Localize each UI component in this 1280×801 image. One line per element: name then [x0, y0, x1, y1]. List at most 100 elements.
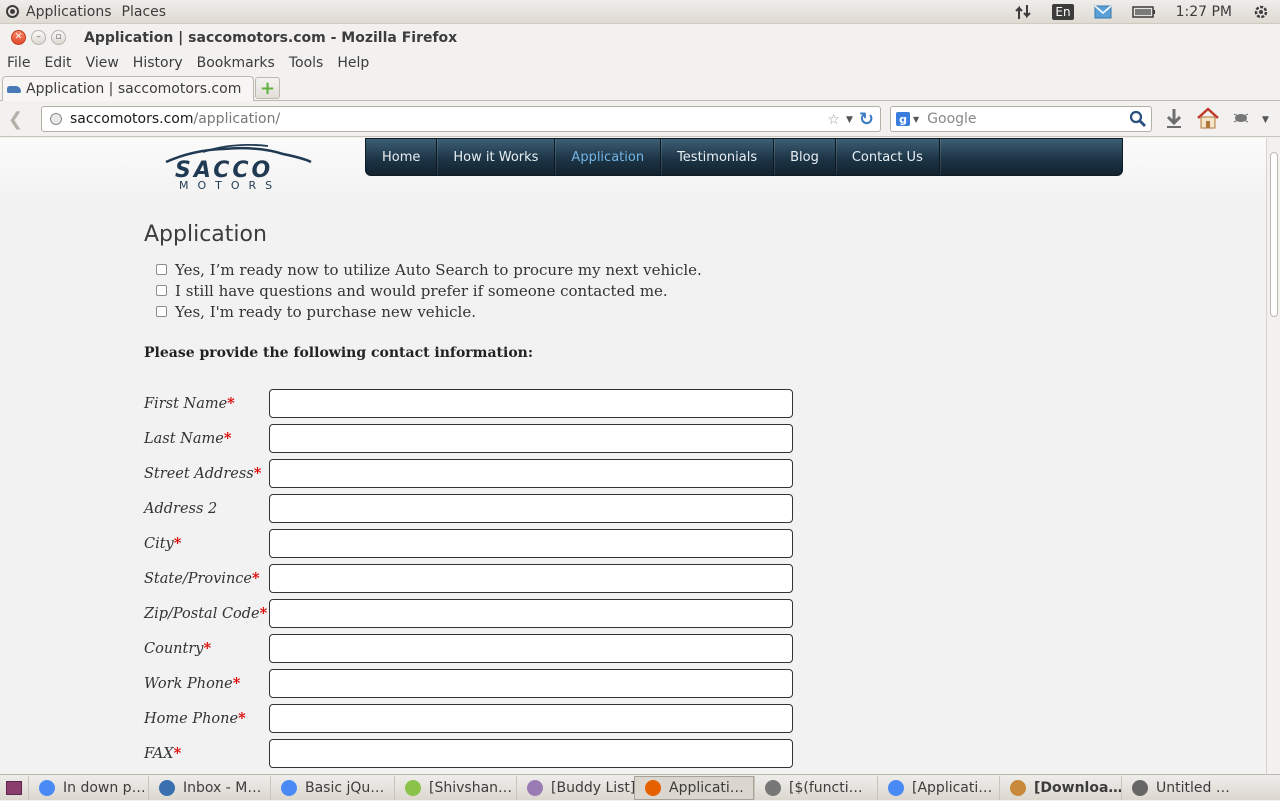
contact-fields: First Name* Last Name* Street Address* Addr…: [144, 386, 844, 771]
show-desktop-icon[interactable]: [0, 775, 28, 801]
taskbar-window-item[interactable]: [Downloa…: [999, 775, 1121, 800]
scrollbar-thumb[interactable]: [1270, 152, 1278, 317]
text-input-first-name[interactable]: [269, 389, 793, 418]
text-input-last-name[interactable]: [269, 424, 793, 453]
site-identity-globe-icon[interactable]: [50, 113, 62, 125]
field-label: Home Phone*: [144, 710, 269, 727]
option-checkbox[interactable]: [156, 306, 167, 317]
required-asterisk: *: [232, 675, 241, 692]
battery-icon[interactable]: [1131, 5, 1156, 19]
text-input-city[interactable]: [269, 529, 793, 558]
menu-view[interactable]: View: [86, 55, 119, 71]
nav-contact-us[interactable]: Contact Us: [836, 139, 940, 175]
url-host: saccomotors.com: [70, 111, 194, 127]
nav-home[interactable]: Home: [366, 139, 438, 175]
taskbar-window-item[interactable]: Untitled …: [1121, 775, 1250, 800]
field-label-text: Home Phone: [144, 711, 239, 727]
taskbar-window-item[interactable]: [Buddy List]: [516, 775, 634, 800]
search-bar[interactable]: g ▼ Google: [890, 106, 1152, 132]
menu-file[interactable]: File: [7, 55, 30, 71]
taskbar-window-item[interactable]: [Shivshan…: [394, 775, 516, 800]
menu-history[interactable]: History: [133, 55, 183, 71]
menu-edit[interactable]: Edit: [44, 55, 71, 71]
text-input-zip-postal-code[interactable]: [269, 599, 793, 628]
url-bar[interactable]: saccomotors.com/application/ ☆ ▼ ↻: [41, 106, 881, 132]
option-row: Yes, I’m ready now to utilize Auto Searc…: [144, 259, 844, 280]
menu-tools[interactable]: Tools: [289, 55, 324, 71]
new-tab-plus-icon[interactable]: +: [255, 77, 280, 99]
field-label: Zip/Postal Code*: [144, 605, 269, 622]
text-input-country[interactable]: [269, 634, 793, 663]
editor-icon: [765, 779, 781, 796]
car-favicon-icon: [7, 83, 21, 95]
keyboard-layout-indicator[interactable]: En: [1052, 4, 1074, 20]
form-row: Last Name*: [144, 421, 844, 456]
taskbar-item-label: In down p…: [63, 779, 146, 796]
tab-application[interactable]: Application | saccomotors.com: [2, 76, 254, 101]
network-arrows-icon[interactable]: [1014, 3, 1032, 21]
text-input-fax[interactable]: [269, 739, 793, 768]
taskbar-item-label: Untitled …: [1156, 779, 1230, 796]
downloads-arrow-icon[interactable]: [1164, 107, 1184, 133]
text-input-home-phone[interactable]: [269, 704, 793, 733]
page-scrollbar[interactable]: [1266, 138, 1280, 774]
back-arrow-icon[interactable]: ❮: [8, 109, 23, 130]
text-input-address-2[interactable]: [269, 494, 793, 523]
addon-bug-icon[interactable]: [1232, 111, 1250, 129]
taskbar-item-label: Inbox - M…: [183, 779, 262, 796]
form-row: First Name*: [144, 386, 844, 421]
mail-envelope-icon[interactable]: [1094, 5, 1112, 19]
close-window-icon[interactable]: ✕: [11, 30, 26, 45]
ubuntu-logo-icon: [6, 5, 19, 18]
form-row: Street Address*: [144, 456, 844, 491]
site-main-nav: Home How it Works Application Testimonia…: [365, 138, 1123, 176]
required-asterisk: *: [252, 570, 260, 587]
text-input-state-province[interactable]: [269, 564, 793, 593]
taskbar-item-label: [Shivshan…: [429, 779, 513, 796]
applications-menu[interactable]: Applications Places: [6, 4, 176, 20]
taskbar-window-item[interactable]: Inbox - M…: [148, 775, 270, 800]
maximize-window-icon[interactable]: ▫: [51, 30, 66, 45]
taskbar-window-item[interactable]: Applicati…: [634, 775, 754, 800]
applications-menu-label[interactable]: Applications: [26, 4, 112, 20]
taskbar-window-item[interactable]: [Applicati…: [877, 775, 999, 800]
required-asterisk: *: [238, 710, 246, 727]
taskbar-window-item[interactable]: Basic jQu…: [270, 775, 394, 800]
menu-help[interactable]: Help: [337, 55, 369, 71]
sacco-motors-logo[interactable]: SACCO MOTORS: [163, 140, 313, 192]
taskbar-window-item[interactable]: [$(functi…: [754, 775, 877, 800]
text-input-work-phone[interactable]: [269, 669, 793, 698]
nav-testimonials[interactable]: Testimonials: [661, 139, 775, 175]
bookmark-star-icon[interactable]: ☆: [827, 112, 840, 128]
search-engine-dropdown-icon[interactable]: ▼: [913, 115, 919, 124]
home-icon[interactable]: [1196, 107, 1220, 133]
clock[interactable]: 1:27 PM: [1176, 4, 1232, 20]
required-asterisk: *: [227, 395, 235, 412]
google-engine-icon[interactable]: g: [896, 112, 910, 126]
tab-strip: Application | saccomotors.com +: [0, 75, 1280, 101]
chrome-icon: [281, 779, 297, 796]
option-checkbox[interactable]: [156, 264, 167, 275]
form-row: FAX*: [144, 736, 844, 771]
required-asterisk: *: [253, 465, 262, 482]
chrome-icon: [39, 779, 55, 796]
nav-application[interactable]: Application: [555, 139, 662, 175]
field-label: First Name*: [144, 395, 269, 412]
text-input-street-address[interactable]: [269, 459, 793, 488]
option-checkbox[interactable]: [156, 285, 167, 296]
field-label: Address 2: [144, 501, 269, 517]
thunderbird-icon: [159, 779, 175, 796]
power-gear-icon[interactable]: [1252, 3, 1270, 21]
search-magnifier-icon[interactable]: [1129, 110, 1147, 128]
minimize-window-icon[interactable]: –: [31, 30, 46, 45]
taskbar-window-item[interactable]: In down p…: [28, 775, 148, 800]
nav-how-it-works[interactable]: How it Works: [437, 139, 556, 175]
logo-sub-text: MOTORS: [179, 179, 281, 192]
menu-bookmarks[interactable]: Bookmarks: [197, 55, 275, 71]
reload-icon[interactable]: ↻: [859, 109, 874, 130]
places-menu-label[interactable]: Places: [122, 4, 167, 20]
firefox-icon: [645, 779, 661, 796]
nav-blog[interactable]: Blog: [774, 139, 836, 175]
toolbar-overflow-icon[interactable]: ▼: [1262, 115, 1269, 125]
url-dropdown-icon[interactable]: ▼: [846, 115, 853, 125]
